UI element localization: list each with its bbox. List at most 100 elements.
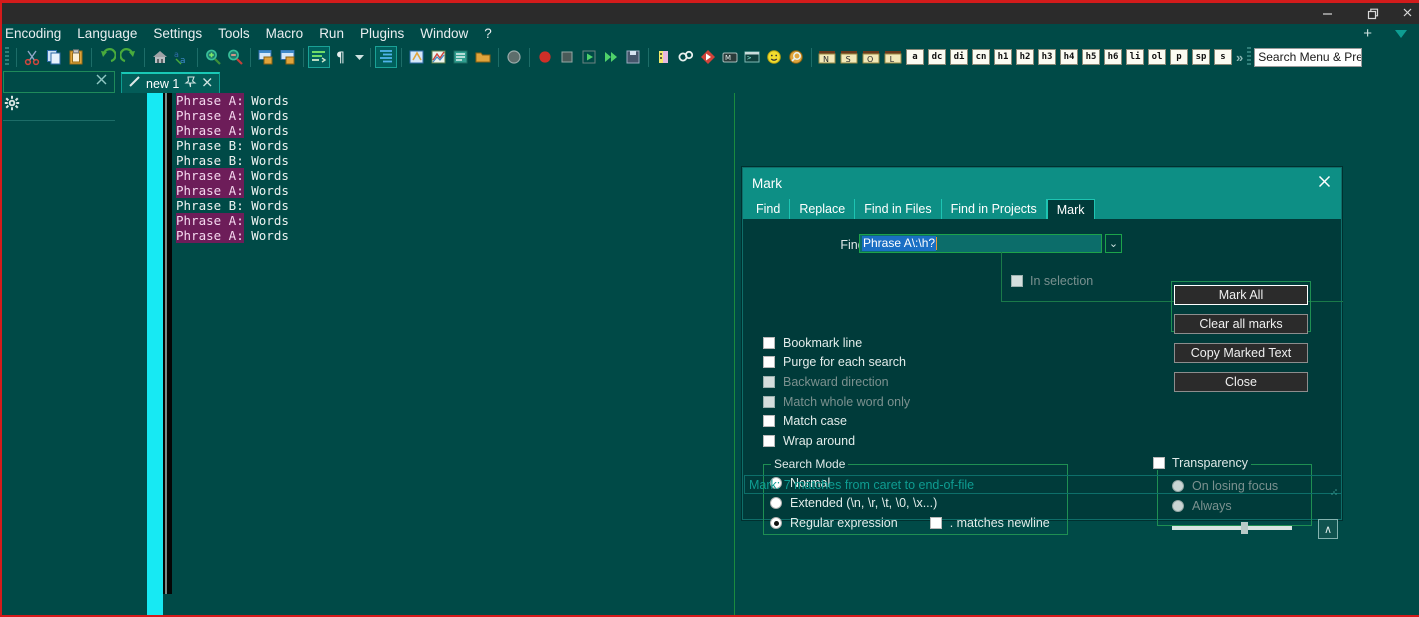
- document-tab-new1[interactable]: new 1: [121, 72, 221, 93]
- code-line[interactable]: Phrase A: Words: [176, 213, 289, 228]
- code-line[interactable]: Phrase A: Words: [176, 228, 289, 243]
- s-tag-icon[interactable]: S: [838, 46, 860, 68]
- restore-icon[interactable]: [1350, 3, 1395, 24]
- save-macro-icon[interactable]: [622, 46, 644, 68]
- menu-item-encoding[interactable]: Encoding: [2, 24, 69, 44]
- code-line[interactable]: Phrase A: Words: [176, 168, 289, 183]
- toolbar-tag-button-a[interactable]: a: [906, 49, 924, 65]
- toolbar-tag-button-li[interactable]: li: [1126, 49, 1144, 65]
- checkbox-purge-for-each-search[interactable]: Purge for each search: [763, 353, 910, 373]
- code-line[interactable]: Phrase A: Words: [176, 123, 289, 138]
- slider-thumb[interactable]: [1241, 522, 1248, 534]
- uppercase-icon[interactable]: [406, 46, 428, 68]
- code-line[interactable]: Phrase B: Words: [176, 138, 289, 153]
- toolbar-tag-button-h1[interactable]: h1: [994, 49, 1012, 65]
- toolbar-expand-arrow-icon[interactable]: [1393, 27, 1409, 45]
- monitor-icon[interactable]: [503, 46, 525, 68]
- menu-item-language[interactable]: Language: [69, 24, 145, 44]
- sync-horizontal-scroll-icon[interactable]: [277, 46, 299, 68]
- dialog-tab-find-in-files[interactable]: Find in Files: [855, 199, 942, 219]
- undo-icon[interactable]: [96, 46, 118, 68]
- indent-guideline-icon[interactable]: [375, 46, 397, 68]
- toolbar-grip[interactable]: [5, 47, 9, 67]
- menu-item-settings[interactable]: Settings: [145, 24, 210, 44]
- zoom-out-icon[interactable]: [224, 46, 246, 68]
- transparency-slider[interactable]: [1172, 522, 1292, 534]
- word-wrap-icon[interactable]: [308, 46, 330, 68]
- sync-vertical-scroll-icon[interactable]: [255, 46, 277, 68]
- column-editor-icon[interactable]: [653, 46, 675, 68]
- playback-macro-icon[interactable]: [578, 46, 600, 68]
- checkbox-match-case[interactable]: Match case: [763, 411, 910, 431]
- toolbar-tag-button-h4[interactable]: h4: [1060, 49, 1078, 65]
- close-icon[interactable]: [1317, 174, 1332, 194]
- code-line[interactable]: Phrase A: Words: [176, 108, 289, 123]
- code-line[interactable]: Phrase A: Words: [176, 93, 289, 108]
- button-copy-marked-text[interactable]: Copy Marked Text: [1174, 343, 1308, 363]
- toolbar-tag-button-p[interactable]: p: [1170, 49, 1188, 65]
- checkbox-box[interactable]: [929, 517, 942, 529]
- pin-icon[interactable]: [184, 75, 197, 93]
- menu-item-tools[interactable]: Tools: [210, 24, 258, 44]
- emoji-plugin-icon[interactable]: [763, 46, 785, 68]
- folder-as-workspace-icon[interactable]: [472, 46, 494, 68]
- in-selection-checkbox[interactable]: In selection: [1011, 274, 1093, 288]
- code-line[interactable]: [176, 243, 289, 258]
- search-menu-preferences-input[interactable]: Search Menu & Pref: [1254, 47, 1363, 67]
- dialog-tab-replace[interactable]: Replace: [790, 199, 856, 219]
- record-macro-icon[interactable]: [534, 46, 556, 68]
- cut-icon[interactable]: [21, 46, 43, 68]
- zoom-in-icon[interactable]: [202, 46, 224, 68]
- button-clear-all-marks[interactable]: Clear all marks: [1174, 314, 1308, 334]
- show-all-characters-icon[interactable]: ¶: [330, 46, 352, 68]
- fold-margin[interactable]: [163, 93, 172, 594]
- transparency-checkbox[interactable]: Transparency: [1150, 456, 1251, 470]
- toolbar-tag-button-h2[interactable]: h2: [1016, 49, 1034, 65]
- code-line[interactable]: Phrase A: Words: [176, 183, 289, 198]
- converter-plugin-icon[interactable]: [697, 46, 719, 68]
- toolbar-tag-button-s[interactable]: s: [1214, 49, 1232, 65]
- dialog-tab-find[interactable]: Find: [747, 199, 791, 219]
- toolbar-tag-button-ol[interactable]: ol: [1148, 49, 1166, 65]
- toolbar-overflow-chevron-icon[interactable]: »: [1236, 50, 1243, 65]
- gear-icon[interactable]: [4, 95, 20, 116]
- compare-plugin-icon[interactable]: [675, 46, 697, 68]
- toolbar-tag-button-di[interactable]: di: [950, 49, 968, 65]
- copy-icon[interactable]: [43, 46, 65, 68]
- toolbar-tag-button-cn[interactable]: cn: [972, 49, 990, 65]
- radio-regular[interactable]: Regular expression . matches newline: [770, 513, 1067, 533]
- find-what-input[interactable]: Phrase A\:\h?: [859, 234, 1102, 253]
- function-list-icon[interactable]: [450, 46, 472, 68]
- replace-icon[interactable]: a a: [171, 46, 193, 68]
- l-tag-icon[interactable]: L: [882, 46, 904, 68]
- document-map-icon[interactable]: [428, 46, 450, 68]
- toolbar-tag-button-dc[interactable]: dc: [928, 49, 946, 65]
- menu-item-macro[interactable]: Macro: [258, 24, 312, 44]
- close-icon[interactable]: [1395, 3, 1419, 24]
- new-tab-plus-icon[interactable]: +: [1363, 26, 1372, 41]
- dropdown-arrow-icon[interactable]: [352, 46, 366, 68]
- searchbar-grip[interactable]: [1247, 47, 1252, 67]
- mime-tools-icon[interactable]: M: [719, 46, 741, 68]
- bookmark-margin[interactable]: [147, 93, 163, 615]
- toolbar-tag-button-h6[interactable]: h6: [1104, 49, 1122, 65]
- checkbox-wrap-around[interactable]: Wrap around: [763, 431, 910, 451]
- radio-extended[interactable]: Extended (\n, \r, \t, \0, \x...): [770, 493, 1067, 513]
- checkbox-bookmark-line[interactable]: Bookmark line: [763, 333, 910, 353]
- code-line[interactable]: Phrase B: Words: [176, 198, 289, 213]
- menu-item-plugins[interactable]: Plugins: [352, 24, 412, 44]
- code-text[interactable]: Phrase A: Words Phrase A: Words Phrase A: …: [176, 93, 289, 258]
- menu-item-run[interactable]: Run: [311, 24, 352, 44]
- toolbar-tag-button-h5[interactable]: h5: [1082, 49, 1100, 65]
- o-tag-icon[interactable]: O: [860, 46, 882, 68]
- preview-plugin-icon[interactable]: [785, 46, 807, 68]
- minimize-icon[interactable]: [1305, 3, 1350, 24]
- stop-macro-icon[interactable]: [556, 46, 578, 68]
- resize-grip-icon[interactable]: [1329, 487, 1338, 499]
- n-tag-icon[interactable]: N: [816, 46, 838, 68]
- chevron-down-icon[interactable]: ⌄: [1105, 234, 1122, 253]
- dialog-tab-mark[interactable]: Mark: [1046, 199, 1095, 219]
- dialog-pin-button[interactable]: ∧: [1318, 519, 1338, 539]
- toolbar-tag-button-h3[interactable]: h3: [1038, 49, 1056, 65]
- toolbar-tag-button-sp[interactable]: sp: [1192, 49, 1210, 65]
